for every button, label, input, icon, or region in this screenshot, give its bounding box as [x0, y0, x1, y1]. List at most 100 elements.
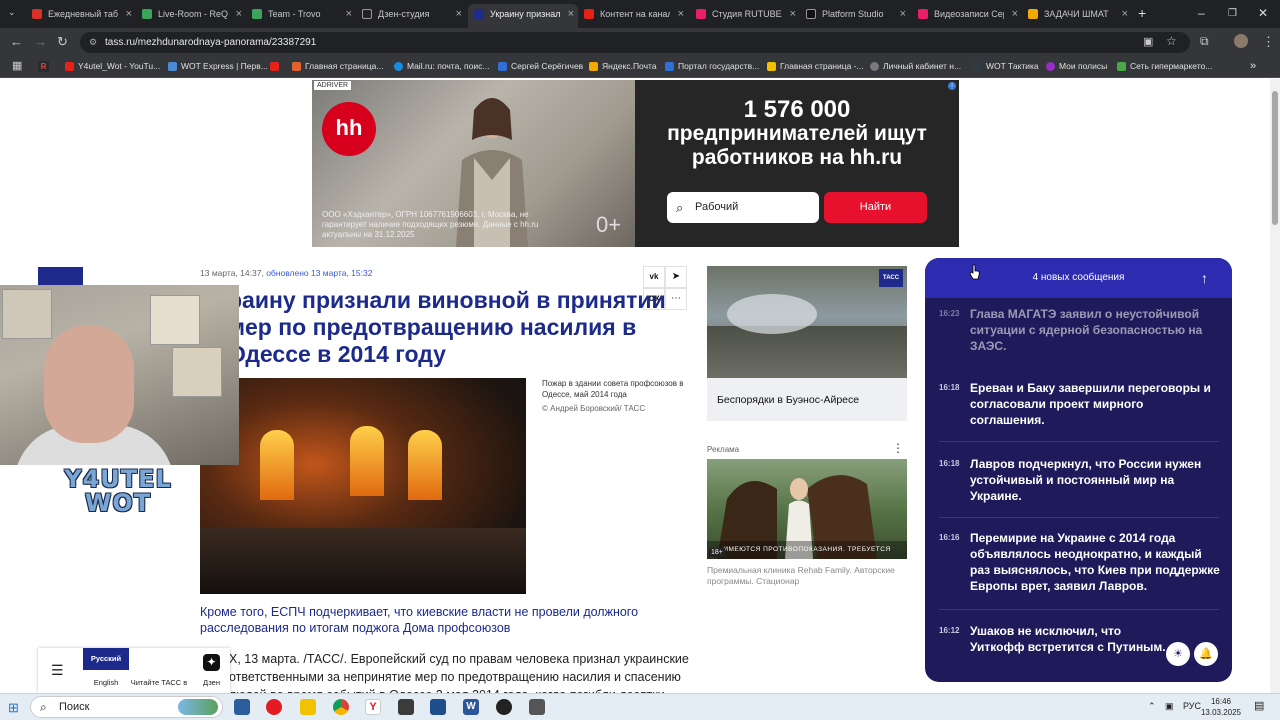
tab-0[interactable]: Ежедневный таб ×	[26, 4, 136, 28]
close-icon[interactable]: ×	[236, 4, 242, 24]
theme-toggle-icon[interactable]: ☀	[1166, 642, 1190, 666]
tab-6[interactable]: Студия RUTUBE ×	[690, 4, 800, 28]
close-window-icon[interactable]: ✕	[1258, 6, 1268, 20]
tass-logo[interactable]	[38, 267, 83, 285]
menu-button[interactable]: ☰	[38, 648, 83, 693]
ad-find-button[interactable]: Найти	[824, 192, 927, 223]
close-icon[interactable]: ×	[568, 4, 574, 24]
more-bookmarks-icon[interactable]: »	[1250, 60, 1256, 73]
taskbar-clock[interactable]: 16:46 13.03.2025	[1200, 696, 1242, 718]
tab-2[interactable]: Team - Trovo ×	[246, 4, 356, 28]
ticker-item[interactable]: 16:18 Ереван и Баку завершили переговоры…	[939, 380, 1219, 442]
bookmark-0[interactable]: Y4utel_Wot - YouTu...	[65, 60, 160, 73]
chrome-icon[interactable]	[333, 699, 349, 715]
app-dark-icon[interactable]	[496, 699, 512, 715]
restore-icon[interactable]: ❐	[1228, 8, 1237, 19]
close-icon[interactable]: ×	[790, 4, 796, 24]
tab-8[interactable]: Видеозаписи Сер ×	[912, 4, 1022, 28]
tab-favicon-icon	[806, 9, 816, 19]
bookmark-10[interactable]: WOT Тактика	[973, 60, 1039, 73]
lang-en-button[interactable]: English	[83, 678, 129, 687]
minimize-icon[interactable]: –	[1198, 6, 1205, 20]
bookmark-4[interactable]: Mail.ru: почта, поис...	[394, 60, 489, 73]
bookmark-1[interactable]: WOT Express | Перв...	[168, 60, 268, 73]
tray-chevron-icon[interactable]: ⌃	[1148, 701, 1156, 712]
install-icon[interactable]: ▣	[1143, 35, 1153, 48]
new-tab-button[interactable]: +	[1138, 5, 1146, 21]
close-icon[interactable]: ×	[126, 4, 132, 24]
tab-5[interactable]: Контент на канал ×	[578, 4, 688, 28]
close-icon[interactable]: ×	[900, 4, 906, 24]
bookmark-3[interactable]: Главная страница...	[292, 60, 383, 73]
telegram-share-button[interactable]: ➤	[665, 266, 687, 288]
close-icon[interactable]: ×	[1012, 4, 1018, 24]
avatar[interactable]	[1234, 34, 1248, 48]
ad-headline-number: 1 576 000	[743, 96, 851, 123]
ad-info-icon[interactable]: i	[948, 82, 956, 90]
taskbar-search[interactable]: ⌕ Поиск	[30, 696, 223, 718]
rehab-ad-text[interactable]: Премиальная клиника Rehab Family. Авторс…	[707, 565, 907, 587]
word-icon[interactable]: W	[463, 699, 479, 715]
image-window-fire	[408, 430, 442, 500]
ticker-item[interactable]: 16:18 Лавров подчеркнул, что России нуже…	[939, 456, 1219, 518]
notification-bell-icon[interactable]: 🔔	[1194, 642, 1218, 666]
tab-1[interactable]: Live-Room - ReQ ×	[136, 4, 246, 28]
scrollbar-thumb[interactable]	[1272, 91, 1278, 225]
bookmark-9[interactable]: Личный кабинет н...	[870, 60, 961, 73]
notifications-icon[interactable]: ▤	[1254, 699, 1264, 712]
tab-7[interactable]: Platform Studio ×	[800, 4, 910, 28]
forward-icon[interactable]: →	[34, 34, 47, 49]
bookmark-5[interactable]: Сергей Серёгичев	[498, 60, 583, 73]
ticker-item[interactable]: 16:16 Перемирие на Украине с 2014 года о…	[939, 530, 1220, 610]
arrow-up-icon[interactable]: ↑	[1201, 258, 1208, 298]
close-icon[interactable]: ×	[1122, 4, 1128, 24]
bookmark-6[interactable]: Яндекс.Почта	[589, 60, 657, 73]
article-image[interactable]	[200, 378, 526, 594]
tab-4[interactable]: Украину признал ×	[468, 4, 578, 28]
bookmark-12[interactable]: Сеть гипермаркето...	[1117, 60, 1212, 73]
bookmark-star-icon[interactable]: ☆	[1166, 34, 1177, 48]
app-shield-icon[interactable]	[398, 699, 414, 715]
language-switcher[interactable]: Русский English	[83, 648, 129, 693]
tab-3[interactable]: Дзен-студия ×	[356, 4, 466, 28]
language-indicator[interactable]: РУС	[1183, 701, 1201, 711]
bookmark-7[interactable]: Портал государств...	[665, 60, 759, 73]
reload-icon[interactable]: ↻	[57, 34, 68, 50]
read-tass-in: Читайте ТАСС в	[129, 648, 189, 693]
clock-date: 13.03.2025	[1200, 708, 1242, 717]
dzen-button[interactable]: ✦ Дзен	[193, 648, 230, 693]
ticker-item[interactable]: 16:23 Глава МАГАТЭ заявил о неустойчивой…	[939, 306, 1219, 366]
bookmark-r[interactable]: R	[38, 60, 49, 73]
apps-icon[interactable]: ▦	[12, 59, 22, 72]
ad-menu-icon[interactable]: ⋮	[892, 441, 904, 455]
ad-search-input[interactable]: ⌕ Рабочий	[667, 192, 819, 223]
close-icon[interactable]: ×	[456, 4, 462, 24]
bookmark-8[interactable]: Главная страница -...	[767, 60, 864, 73]
yandex-icon[interactable]: Y	[365, 699, 381, 715]
rehab-ad-image[interactable]: ИМЕЮТСЯ ПРОТИВОПОКАЗАНИЯ. ТРЕБУЕТСЯ КОНС…	[707, 459, 907, 559]
tab-search-icon[interactable]: ⌄	[8, 7, 16, 18]
menu-icon[interactable]: ⋮	[1262, 34, 1275, 50]
opera-icon[interactable]	[266, 699, 282, 715]
app-arrow-icon[interactable]	[430, 699, 446, 715]
extensions-icon[interactable]: ⧉	[1200, 34, 1209, 49]
tab-9[interactable]: ЗАДАЧИ ШМАТ ×	[1022, 4, 1132, 28]
address-bar[interactable]: ⚙ tass.ru/mezhdunarodnaya-panorama/23387…	[80, 32, 1190, 53]
settings-icon[interactable]	[529, 699, 545, 715]
tray-app-icon[interactable]: ▣	[1165, 701, 1174, 712]
back-icon[interactable]: ←	[10, 34, 23, 49]
taskview-icon[interactable]	[234, 699, 250, 715]
hh-ad-banner[interactable]: ADRIVER hh ООО «Хэдхантер», ОГРН 1067761…	[312, 80, 959, 247]
page-scrollbar[interactable]	[1270, 79, 1280, 693]
site-info-icon[interactable]: ⚙	[89, 32, 97, 53]
close-icon[interactable]: ×	[678, 4, 684, 24]
close-icon[interactable]: ×	[346, 4, 352, 24]
bookmark-11[interactable]: Мои полисы	[1046, 60, 1107, 73]
file-explorer-icon[interactable]	[300, 699, 316, 715]
lang-ru-button[interactable]: Русский	[83, 648, 129, 670]
related-news-card[interactable]: ТАСС Беспорядки в Буэнос-Айресе	[707, 266, 907, 421]
hh-logo: hh	[322, 102, 376, 156]
windows-start-icon[interactable]: ⊞	[8, 701, 21, 714]
vk-share-button[interactable]: vk	[643, 266, 665, 288]
tab-favicon-icon	[1028, 9, 1038, 19]
